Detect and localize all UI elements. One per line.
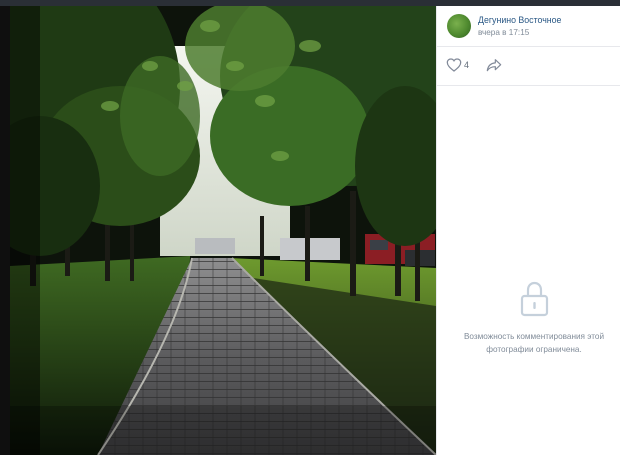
post-time[interactable]: вчера в 17:15 <box>478 28 529 37</box>
lock-icon <box>520 281 549 317</box>
post-header: Дегунино Восточное вчера в 17:15 <box>437 6 620 46</box>
comments-restricted-notice: Возможность комментирования этой фотогра… <box>447 330 620 356</box>
author-name[interactable]: Дегунино Восточное <box>478 15 561 25</box>
divider <box>437 85 620 86</box>
like-count: 4 <box>464 60 470 70</box>
park-alley-image <box>10 6 436 455</box>
avatar[interactable] <box>447 14 471 38</box>
photo[interactable] <box>10 6 436 455</box>
post-info-panel: Дегунино Восточное вчера в 17:15 4 Возмо… <box>436 6 620 455</box>
heart-icon[interactable] <box>446 58 462 72</box>
post-actions: 4 <box>437 47 620 85</box>
share-arrow-icon[interactable] <box>486 58 502 72</box>
notice-line: Возможность комментирования этой <box>463 332 605 341</box>
notice-line: фотографии ограничена. <box>486 345 582 354</box>
